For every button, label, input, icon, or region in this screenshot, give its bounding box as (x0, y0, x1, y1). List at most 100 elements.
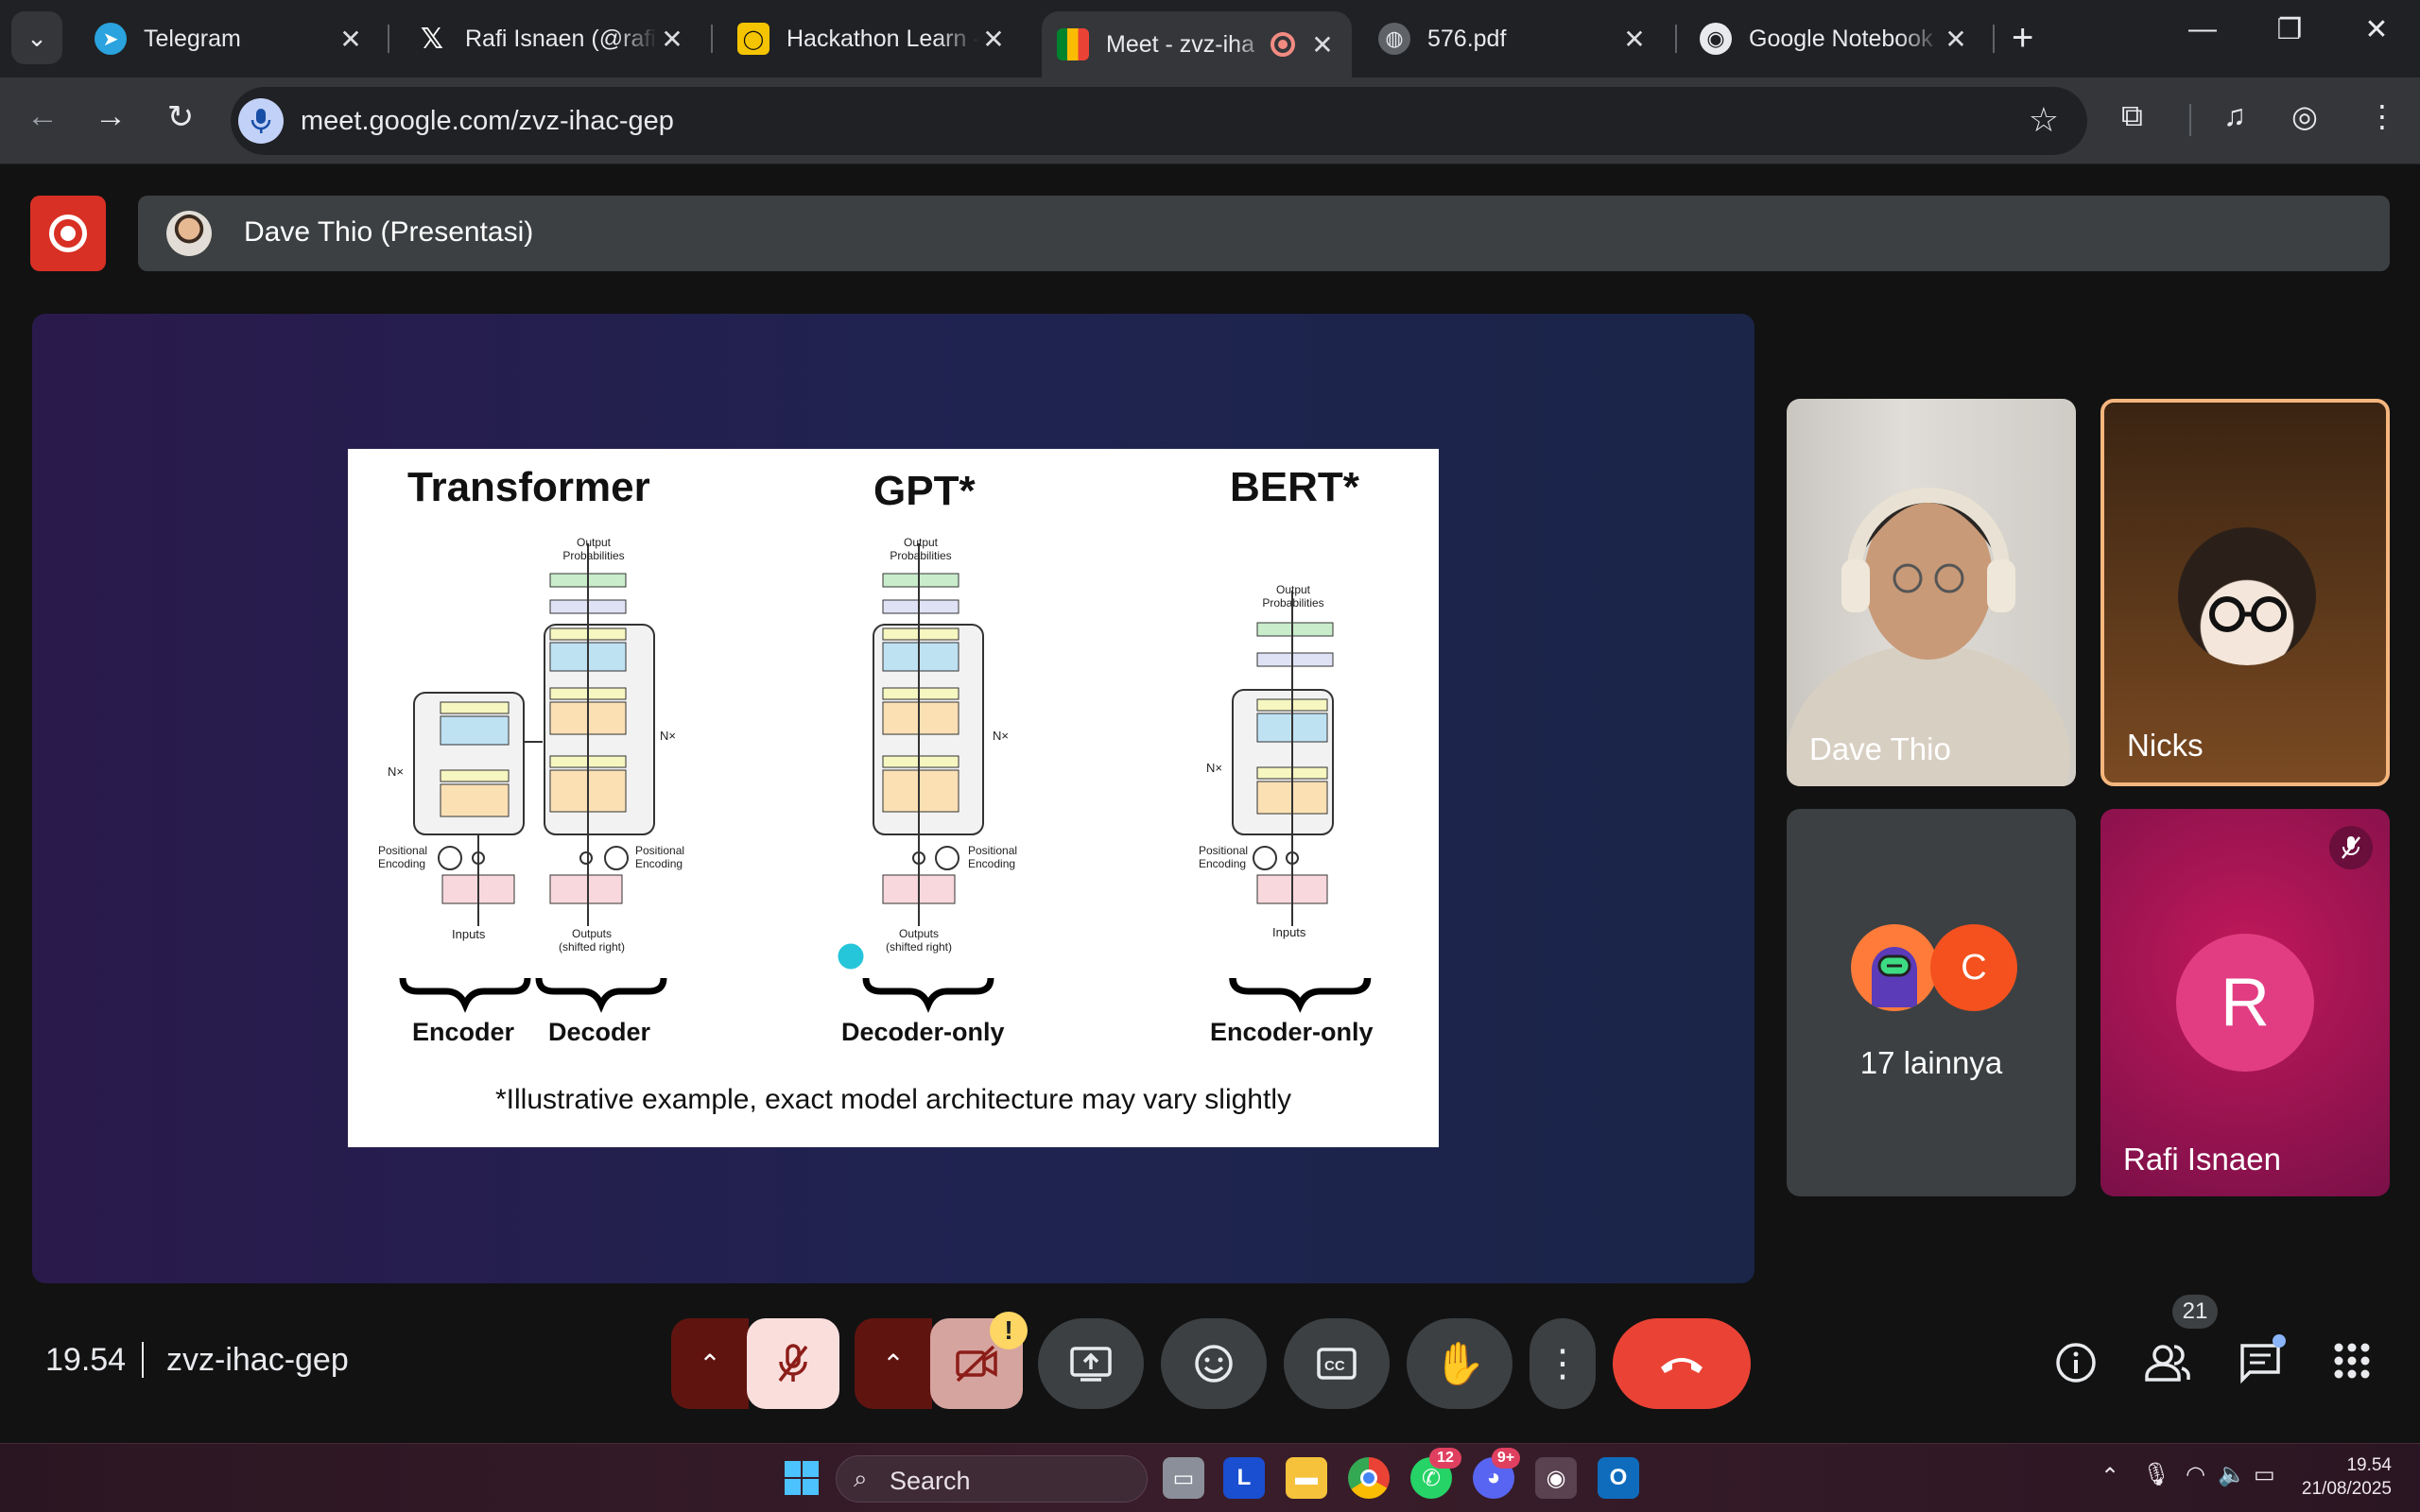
profile-icon[interactable]: ◎ (2291, 98, 2318, 134)
participant-name: Nicks (2127, 728, 2204, 763)
muted-mic-icon (2329, 826, 2373, 869)
tab-search-button[interactable]: ⌄ (11, 11, 62, 64)
tab-notebooklm[interactable]: ◉ Google Notebook ✕ (1685, 11, 1985, 66)
avatar: C (1930, 924, 2017, 1011)
tab-title: Google Notebook (1749, 25, 1933, 52)
close-icon[interactable]: ✕ (1620, 24, 1649, 55)
info-icon (2056, 1343, 2096, 1383)
leave-call-button[interactable] (1613, 1318, 1751, 1409)
diagram-label: Positional Encoding (635, 844, 685, 870)
media-control-icon[interactable]: ♫ (2223, 98, 2246, 133)
present-screen-button[interactable] (1038, 1318, 1144, 1409)
outlook-icon[interactable]: O (1598, 1457, 1639, 1499)
lark-app-icon[interactable]: L (1223, 1457, 1265, 1499)
notebooklm-icon: ◉ (1700, 23, 1732, 55)
participant-name: Dave Thio (1809, 731, 1951, 766)
participant-tile-rafi[interactable]: R Rafi Isnaen (2100, 809, 2390, 1196)
meet-window: Dave Thio (Presentasi) Transformer GPT* … (0, 165, 2420, 1443)
more-options-button[interactable]: ⋮ (1530, 1318, 1596, 1409)
address-bar[interactable]: meet.google.com/zvz-ihac-gep ☆ (231, 87, 2087, 155)
present-icon (1070, 1347, 1112, 1382)
decoder-only-label: Decoder-only (841, 1018, 1005, 1046)
chat-icon (2240, 1344, 2280, 1384)
tab-divider (711, 25, 713, 53)
reload-button[interactable]: ↻ (157, 98, 204, 136)
raise-hand-button[interactable]: ✋ (1407, 1318, 1512, 1409)
extensions-icon[interactable]: ⧉ (2121, 98, 2143, 134)
clock-date: 21/08/2025 (2301, 1479, 2392, 1499)
taskbar-clock[interactable]: 19.54 21/08/2025 (2302, 1453, 2392, 1501)
camera-warning-icon[interactable]: ! (990, 1312, 1028, 1349)
chevron-up-icon[interactable]: ⌃ (2100, 1463, 2119, 1490)
tab-hackathon[interactable]: ◯ Hackathon Learn - ✕ (722, 11, 1023, 66)
shared-slide: Transformer GPT* BERT* Output Probabilit… (348, 449, 1439, 1147)
browser-menu-icon[interactable]: ⋮ (2367, 98, 2397, 134)
diagram-label: Output Probabilities (562, 536, 625, 562)
participant-tile-nicks[interactable]: Nicks (2100, 399, 2390, 786)
microphone-toggle-button[interactable] (747, 1318, 839, 1409)
close-icon[interactable]: ✕ (979, 24, 1008, 55)
browser-toolbar: ← → ↻ meet.google.com/zvz-ihac-gep ☆ ⧉ ♫… (0, 77, 2420, 164)
close-icon[interactable]: ✕ (1308, 29, 1337, 60)
forward-button[interactable]: → (87, 98, 134, 135)
close-icon[interactable]: ✕ (658, 24, 686, 55)
more-vert-icon: ⋮ (1544, 1343, 1582, 1384)
camera-off-icon (956, 1345, 997, 1383)
close-icon[interactable]: ✕ (1942, 24, 1970, 55)
close-icon[interactable]: ✕ (337, 24, 365, 55)
meeting-info-button[interactable] (2055, 1342, 2097, 1388)
hackathon-icon: ◯ (737, 23, 769, 55)
recording-button[interactable] (30, 196, 106, 271)
chrome-icon[interactable] (1348, 1457, 1390, 1499)
window-close-button[interactable]: ✕ (2348, 13, 2405, 46)
x-icon: 𝕏 (420, 23, 444, 55)
participant-tile-dave[interactable]: Dave Thio (1787, 399, 2076, 786)
video-options-button[interactable]: ⌃ (855, 1318, 932, 1409)
recording-icon (1270, 32, 1295, 57)
video-feed (1787, 488, 2070, 786)
tab-meet[interactable]: Meet - zvz-iha ✕ (1042, 11, 1352, 77)
participant-tile-others[interactable]: C 17 lainnya (1787, 809, 2076, 1196)
tab-telegram[interactable]: ➤ Telegram ✕ (79, 11, 380, 66)
chat-button[interactable] (2238, 1334, 2286, 1388)
captions-button[interactable]: CC (1284, 1318, 1390, 1409)
wifi-icon[interactable]: ◠ (2186, 1461, 2205, 1488)
file-explorer-icon[interactable]: ▬ (1286, 1457, 1327, 1499)
audio-options-button[interactable]: ⌃ (671, 1318, 749, 1409)
volume-icon[interactable]: 🔈 (2218, 1461, 2246, 1488)
taskbar-search-label: Search (890, 1467, 971, 1495)
tab-pdf[interactable]: ◍ 576.pdf ✕ (1363, 11, 1664, 66)
battery-icon[interactable]: ▭ (2254, 1461, 2275, 1488)
back-button[interactable]: ← (19, 98, 66, 135)
presentation-stage: Transformer GPT* BERT* Output Probabilit… (32, 314, 1754, 1283)
microphone-icon[interactable]: 🎙 (2142, 1461, 2170, 1488)
diagram-label: Positional Encoding (378, 844, 428, 870)
meeting-code: zvz-ihac-gep (166, 1342, 349, 1378)
participant-name: 17 lainnya (1859, 1045, 2003, 1080)
apps-grid-icon (2334, 1343, 2370, 1379)
minimize-button[interactable]: — (2174, 13, 2231, 45)
slide-footnote: *Illustrative example, exact model archi… (495, 1084, 1291, 1115)
tab-title: Rafi Isnaen (@rafis (465, 25, 658, 52)
people-button[interactable] (2144, 1342, 2191, 1388)
reactions-button[interactable] (1161, 1318, 1267, 1409)
windows-start-icon[interactable] (781, 1457, 822, 1499)
microphone-icon[interactable] (238, 98, 284, 144)
activities-button[interactable] (2333, 1342, 2371, 1384)
diagram-label: Output Probabilities (1262, 583, 1324, 610)
diagram-label: Inputs (1272, 925, 1306, 939)
meet-control-bar: 19.54 zvz-ihac-gep ⌃ ⌃ CC ✋ ⋮ 21 (0, 1295, 2420, 1436)
avatar: R (2176, 934, 2314, 1072)
new-tab-button[interactable]: + (2012, 17, 2033, 60)
discord-badge: 9+ (1492, 1448, 1520, 1469)
chrome-profile-icon[interactable]: ◉ (1535, 1457, 1577, 1499)
search-icon: ⌕ (854, 1464, 868, 1492)
record-icon (49, 215, 87, 252)
diagram-label: Positional Encoding (968, 844, 1018, 870)
clock-time: 19.54 (2346, 1455, 2392, 1475)
tab-x[interactable]: 𝕏 Rafi Isnaen (@rafis ✕ (401, 11, 701, 66)
task-view-icon[interactable]: ▭ (1163, 1457, 1204, 1499)
restore-button[interactable]: ❐ (2261, 13, 2318, 46)
taskbar-search[interactable]: ⌕ Search (836, 1455, 1148, 1503)
bookmark-star-icon[interactable]: ☆ (2029, 100, 2059, 140)
